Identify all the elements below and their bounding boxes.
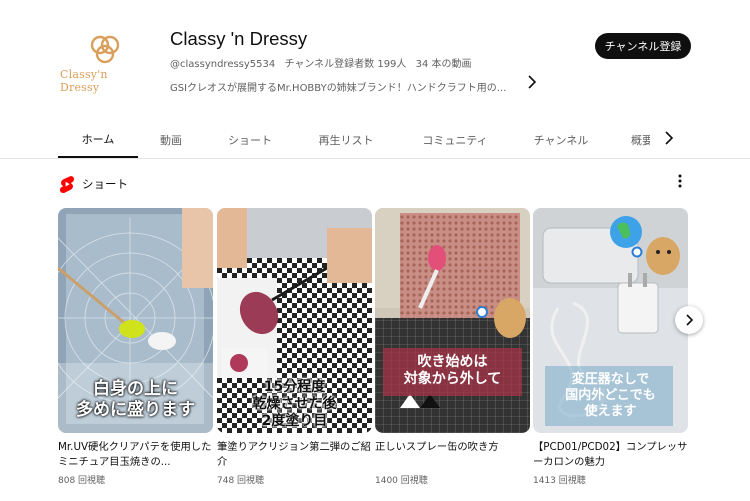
tab-home[interactable]: ホーム bbox=[58, 122, 138, 158]
short-views: 1413 回視聴 bbox=[533, 476, 586, 486]
tab-community[interactable]: コミュニティ bbox=[413, 122, 497, 158]
chevron-right-icon bbox=[685, 314, 693, 326]
subscriber-count: チャンネル登録者数 199人 bbox=[284, 59, 407, 70]
thumbnail-caption: 変圧器なしで 国内外どこでも 使えます bbox=[565, 372, 656, 419]
channel-avatar[interactable]: Classy'n Dressy bbox=[60, 30, 150, 96]
tab-about[interactable]: 概要 bbox=[631, 122, 650, 158]
shorts-icon bbox=[59, 176, 75, 193]
tab-playlists[interactable]: 再生リスト bbox=[310, 122, 382, 158]
video-count: 34 本の動画 bbox=[415, 59, 472, 70]
classy-n-dressy-logo-icon bbox=[90, 35, 120, 64]
short-views: 1400 回視聴 bbox=[375, 476, 428, 486]
chevron-right-icon[interactable] bbox=[525, 75, 539, 93]
short-thumbnail[interactable]: 変圧器なしで 国内外どこでも 使えます bbox=[533, 208, 688, 433]
short-card[interactable]: 吹き始めは 対象から外して 正しいスプレー缶の吹き方 1400 回視聴 bbox=[375, 208, 530, 486]
short-card[interactable]: 変圧器なしで 国内外どこでも 使えます 【PCD01/PCD02】コンプレッサー… bbox=[533, 208, 688, 486]
short-views: 808 回視聴 bbox=[58, 476, 106, 486]
tab-shorts[interactable]: ショート bbox=[220, 122, 280, 158]
channel-handle: @classyndressy5534 bbox=[170, 59, 276, 70]
short-thumbnail[interactable]: 白身の上に 多めに盛ります bbox=[58, 208, 213, 433]
channel-header: Classy'n Dressy Classy 'n Dressy @classy… bbox=[0, 0, 750, 120]
thumbnail-caption: 15分程度 乾燥させた後 2度塗り目 bbox=[252, 379, 337, 430]
short-thumbnail[interactable]: 吹き始めは 対象から外して bbox=[375, 208, 530, 433]
section-title: ショート bbox=[82, 177, 128, 191]
short-thumbnail[interactable]: 15分程度 乾燥させた後 2度塗り目 bbox=[217, 208, 372, 433]
channel-tabs: ホーム 動画 ショート 再生リスト コミュニティ チャンネル 概要 bbox=[0, 122, 750, 159]
short-title[interactable]: 筆塗りアクリジョン第二弾のご紹介 bbox=[217, 440, 372, 470]
more-vert-icon[interactable] bbox=[674, 174, 686, 194]
short-title[interactable]: 正しいスプレー缶の吹き方 bbox=[375, 440, 530, 470]
channel-meta: @classyndressy5534 チャンネル登録者数 199人 34 本の動… bbox=[170, 55, 478, 70]
channel-description[interactable]: GSIクレオスが展開するMr.HOBBYの姉妹ブランド！ハンドクラフト用の... bbox=[170, 79, 506, 94]
spray-booth-image bbox=[375, 208, 530, 433]
short-title[interactable]: 【PCD01/PCD02】コンプレッサーカロンの魅力 bbox=[533, 440, 688, 470]
carousel-next-button[interactable] bbox=[675, 306, 703, 334]
channel-name: Classy 'n Dressy bbox=[170, 28, 308, 49]
channel-logo-wordmark: Classy'n Dressy bbox=[60, 68, 108, 94]
short-title[interactable]: Mr.UV硬化クリアパテを使用したミニチュア目玉焼きの... bbox=[58, 440, 213, 470]
tab-channels[interactable]: チャンネル bbox=[525, 122, 597, 158]
short-views: 748 回視聴 bbox=[217, 476, 265, 486]
thumbnail-caption: 白身の上に 多めに盛ります bbox=[76, 379, 195, 420]
subscribe-button[interactable]: チャンネル登録 bbox=[595, 33, 691, 59]
shorts-section-header: ショート bbox=[58, 172, 698, 196]
thumbnail-caption: 吹き始めは 対象から外して bbox=[403, 354, 502, 388]
chevron-right-icon[interactable] bbox=[661, 131, 677, 149]
short-card[interactable]: 白身の上に 多めに盛ります Mr.UV硬化クリアパテを使用したミニチュア目玉焼き… bbox=[58, 208, 213, 486]
short-card[interactable]: 15分程度 乾燥させた後 2度塗り目 筆塗りアクリジョン第二弾のご紹介 748 … bbox=[217, 208, 372, 486]
tab-videos[interactable]: 動画 bbox=[146, 122, 196, 158]
